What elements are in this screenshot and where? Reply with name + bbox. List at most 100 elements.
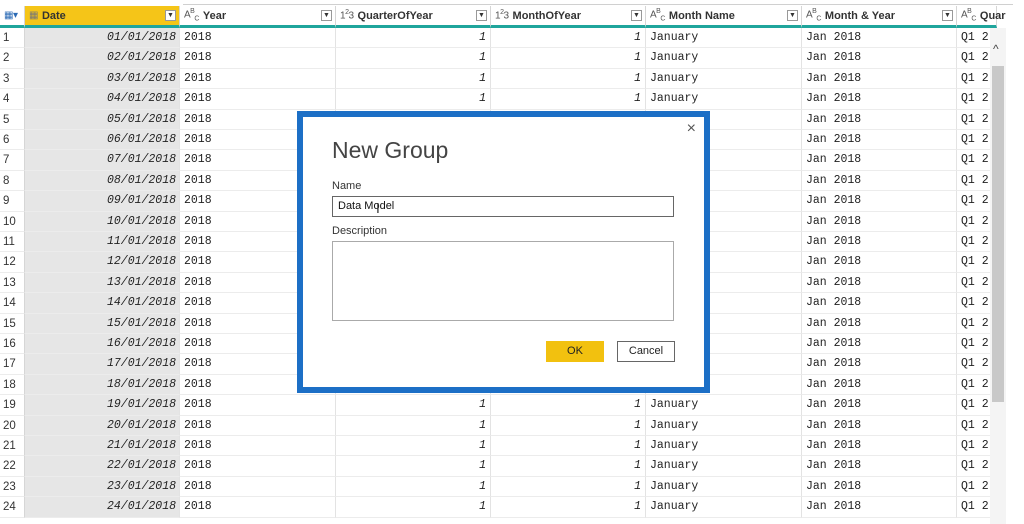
table-cell[interactable]: 17/01/2018 (25, 354, 180, 375)
filter-dropdown-icon[interactable]: ▼ (631, 10, 642, 21)
table-cell[interactable]: January (646, 89, 802, 110)
close-icon[interactable]: × (687, 120, 696, 138)
table-cell[interactable]: Jan 2018 (802, 232, 957, 253)
column-header-mname[interactable]: ABC Month Name ▼ (646, 6, 802, 28)
table-cell[interactable]: Jan 2018 (802, 109, 957, 130)
table-cell[interactable]: Jan 2018 (802, 334, 957, 355)
table-cell[interactable]: January (646, 436, 802, 457)
table-cell[interactable]: 1 (491, 497, 646, 518)
filter-dropdown-icon[interactable]: ▼ (321, 10, 332, 21)
column-header-myear[interactable]: ABC Month & Year ▼ (802, 6, 957, 28)
table-cell[interactable]: January (646, 48, 802, 69)
table-cell[interactable]: 19/01/2018 (25, 395, 180, 416)
table-cell[interactable]: 1 (336, 89, 491, 110)
table-cell[interactable]: January (646, 28, 802, 49)
table-cell[interactable]: Jan 2018 (802, 313, 957, 334)
table-cell[interactable]: 2018 (180, 89, 336, 110)
table-cell[interactable]: Jan 2018 (802, 293, 957, 314)
table-cell[interactable]: 2018 (180, 456, 336, 477)
table-cell[interactable]: 12/01/2018 (25, 252, 180, 273)
table-cell[interactable]: 07/01/2018 (25, 150, 180, 171)
table-cell[interactable]: 20/01/2018 (25, 415, 180, 436)
column-header-moy[interactable]: 123 MonthOfYear ▼ (491, 6, 646, 28)
table-cell[interactable]: 1 (491, 395, 646, 416)
table-cell[interactable]: 13/01/2018 (25, 272, 180, 294)
table-cell[interactable]: 24/01/2018 (25, 497, 180, 518)
table-cell[interactable]: Jan 2018 (802, 456, 957, 477)
table-cell[interactable]: 1 (336, 28, 491, 49)
table-cell[interactable]: Jan 2018 (802, 395, 957, 416)
table-cell[interactable]: 1 (491, 436, 646, 457)
table-cell[interactable]: 1 (491, 28, 646, 49)
cancel-button[interactable]: Cancel (617, 341, 675, 362)
scroll-up-icon[interactable]: ^ (993, 42, 999, 56)
filter-dropdown-icon[interactable]: ▼ (165, 10, 176, 21)
formula-bar[interactable] (183, 0, 1013, 5)
table-cell[interactable]: 1 (491, 415, 646, 436)
table-cell[interactable]: Jan 2018 (802, 170, 957, 192)
filter-dropdown-icon[interactable]: ▼ (476, 10, 487, 21)
table-cell[interactable]: Jan 2018 (802, 476, 957, 498)
table-cell[interactable]: 1 (336, 456, 491, 477)
column-header-date[interactable]: ▦ Date ▼ (25, 6, 180, 28)
table-cell[interactable]: 05/01/2018 (25, 109, 180, 130)
table-cell[interactable]: 01/01/2018 (25, 28, 180, 49)
vertical-scrollbar[interactable]: ^ (990, 28, 1006, 524)
table-cell[interactable]: 1 (491, 476, 646, 498)
table-cell[interactable]: 2018 (180, 415, 336, 436)
table-cell[interactable]: January (646, 415, 802, 436)
table-cell[interactable]: 08/01/2018 (25, 170, 180, 192)
table-cell[interactable]: 21/01/2018 (25, 436, 180, 457)
table-cell[interactable]: 04/01/2018 (25, 89, 180, 110)
table-cell[interactable]: 1 (336, 395, 491, 416)
table-cell[interactable]: Jan 2018 (802, 272, 957, 294)
table-cell[interactable]: 1 (336, 436, 491, 457)
table-cell[interactable]: 1 (336, 68, 491, 90)
table-cell[interactable]: 2018 (180, 28, 336, 49)
description-textarea[interactable] (332, 241, 674, 321)
table-cell[interactable]: Jan 2018 (802, 48, 957, 69)
ok-button[interactable]: OK (546, 341, 604, 362)
table-cell[interactable]: 2018 (180, 497, 336, 518)
table-cell[interactable]: 1 (491, 48, 646, 69)
table-cell[interactable]: Jan 2018 (802, 354, 957, 375)
table-cell[interactable]: 2018 (180, 68, 336, 90)
table-cell[interactable]: 14/01/2018 (25, 293, 180, 314)
filter-dropdown-icon[interactable]: ▼ (787, 10, 798, 21)
table-cell[interactable]: Jan 2018 (802, 252, 957, 273)
table-cell[interactable]: 06/01/2018 (25, 130, 180, 151)
column-header-qoy[interactable]: 123 QuarterOfYear ▼ (336, 6, 491, 28)
table-cell[interactable]: 2018 (180, 436, 336, 457)
table-cell[interactable]: 2018 (180, 476, 336, 498)
table-cell[interactable]: Jan 2018 (802, 28, 957, 49)
table-cell[interactable]: Jan 2018 (802, 211, 957, 232)
table-cell[interactable]: 2018 (180, 395, 336, 416)
table-cell[interactable]: January (646, 497, 802, 518)
table-cell[interactable]: 16/01/2018 (25, 334, 180, 355)
table-cell[interactable]: 03/01/2018 (25, 68, 180, 90)
table-cell[interactable]: January (646, 476, 802, 498)
table-cell[interactable]: 1 (491, 89, 646, 110)
table-cell[interactable]: 23/01/2018 (25, 476, 180, 498)
name-input[interactable]: Data Model (332, 196, 674, 217)
table-cell[interactable]: Jan 2018 (802, 150, 957, 171)
table-cell[interactable]: Jan 2018 (802, 130, 957, 151)
table-cell[interactable]: Jan 2018 (802, 497, 957, 518)
table-cell[interactable]: Jan 2018 (802, 89, 957, 110)
scrollbar-thumb[interactable] (992, 66, 1004, 402)
table-cell[interactable]: Jan 2018 (802, 374, 957, 396)
table-cell[interactable]: 2018 (180, 48, 336, 69)
table-cell[interactable]: 18/01/2018 (25, 374, 180, 396)
table-cell[interactable]: 1 (491, 68, 646, 90)
table-cell[interactable]: 1 (336, 48, 491, 69)
table-cell[interactable]: 1 (336, 476, 491, 498)
table-cell[interactable]: 10/01/2018 (25, 211, 180, 232)
table-cell[interactable]: 11/01/2018 (25, 232, 180, 253)
table-cell[interactable]: Jan 2018 (802, 68, 957, 90)
table-cell[interactable]: January (646, 395, 802, 416)
table-cell[interactable]: Jan 2018 (802, 191, 957, 212)
filter-dropdown-icon[interactable]: ▼ (942, 10, 953, 21)
table-cell[interactable]: 02/01/2018 (25, 48, 180, 69)
table-cell[interactable]: 1 (336, 415, 491, 436)
table-cell[interactable]: 22/01/2018 (25, 456, 180, 477)
